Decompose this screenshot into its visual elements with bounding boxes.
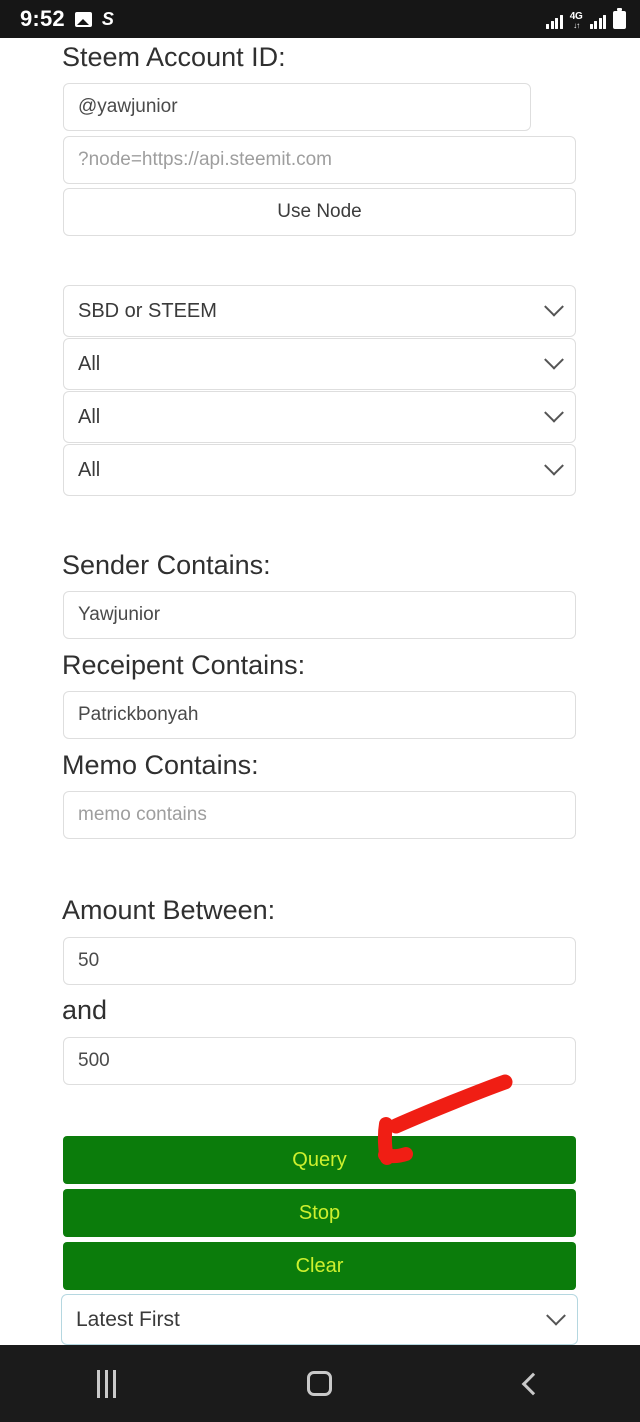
signal-icon — [546, 14, 563, 29]
nav-recents-button[interactable] — [0, 1345, 213, 1422]
android-nav-bar — [0, 1345, 640, 1422]
amount-max-value: 500 — [78, 1050, 110, 1071]
steem-icon: S — [101, 9, 114, 29]
recents-icon — [97, 1369, 117, 1398]
query-form-page: Steem Account ID: @yawjunior ?node=https… — [0, 38, 640, 1345]
signal-icon-secondary — [589, 14, 606, 29]
sender-contains-label: Sender Contains: — [62, 550, 271, 580]
select-filter-2[interactable]: All — [63, 338, 576, 390]
recipient-contains-input[interactable]: Patrickbonyah — [63, 691, 576, 739]
sender-contains-input[interactable]: Yawjunior — [63, 591, 576, 639]
chevron-down-icon — [544, 296, 564, 317]
stop-button[interactable]: Stop — [63, 1189, 576, 1237]
account-id-value: @yawjunior — [78, 96, 178, 117]
select-sort-order-value: Latest First — [76, 1307, 180, 1331]
nav-back-button[interactable] — [427, 1345, 640, 1422]
query-button[interactable]: Query — [63, 1136, 576, 1184]
status-clock: 9:52 — [20, 6, 65, 31]
memo-contains-label: Memo Contains: — [62, 750, 259, 780]
select-filter-3[interactable]: All — [63, 391, 576, 443]
chevron-down-icon — [544, 349, 564, 370]
select-currency[interactable]: SBD or STEEM — [63, 285, 576, 337]
amount-min-value: 50 — [78, 950, 100, 971]
chevron-down-icon — [544, 402, 564, 423]
query-button-label: Query — [292, 1148, 347, 1171]
memo-contains-input[interactable]: memo contains — [63, 791, 576, 839]
select-filter-4[interactable]: All — [63, 444, 576, 496]
recipient-contains-value: Patrickbonyah — [78, 704, 199, 725]
status-bar-right: 4G ↓↑ — [546, 8, 626, 30]
photo-icon — [74, 11, 92, 27]
stop-button-label: Stop — [298, 1201, 341, 1224]
memo-contains-placeholder: memo contains — [78, 804, 207, 825]
select-currency-value: SBD or STEEM — [78, 299, 217, 322]
recipient-contains-label: Receipent Contains: — [62, 650, 306, 680]
home-icon — [307, 1371, 333, 1396]
nav-home-button[interactable] — [213, 1345, 426, 1422]
account-id-label: Steem Account ID: — [62, 42, 286, 72]
account-id-input[interactable]: @yawjunior — [63, 83, 531, 131]
chevron-down-icon — [544, 455, 564, 476]
status-bar: 9:52 S 4G ↓↑ — [0, 0, 640, 38]
use-node-label: Use Node — [277, 201, 362, 222]
node-url-input[interactable]: ?node=https://api.steemit.com — [63, 136, 576, 184]
select-filter-3-value: All — [78, 405, 101, 428]
chevron-down-icon — [546, 1305, 566, 1326]
phone-screen: 9:52 S 4G ↓↑ Steem Account ID: @yawjunio… — [0, 0, 640, 1422]
clear-button[interactable]: Clear — [63, 1242, 576, 1290]
select-sort-order[interactable]: Latest First — [61, 1294, 578, 1345]
select-filter-2-value: All — [78, 352, 101, 375]
amount-max-input[interactable]: 500 — [63, 1037, 576, 1085]
clear-button-label: Clear — [295, 1254, 344, 1277]
amount-and-label: and — [62, 995, 108, 1025]
sender-contains-value: Yawjunior — [78, 604, 161, 625]
battery-icon — [613, 8, 626, 29]
status-bar-left: 9:52 S — [20, 6, 114, 31]
amount-min-input[interactable]: 50 — [63, 937, 576, 985]
use-node-button[interactable]: Use Node — [63, 188, 576, 236]
back-icon — [521, 1372, 545, 1395]
node-url-placeholder: ?node=https://api.steemit.com — [78, 149, 333, 170]
amount-between-label: Amount Between: — [62, 895, 276, 925]
select-filter-4-value: All — [78, 458, 101, 481]
data-transfer-arrows: ↓↑ — [573, 21, 580, 30]
4g-icon: 4G ↓↑ — [570, 12, 583, 30]
